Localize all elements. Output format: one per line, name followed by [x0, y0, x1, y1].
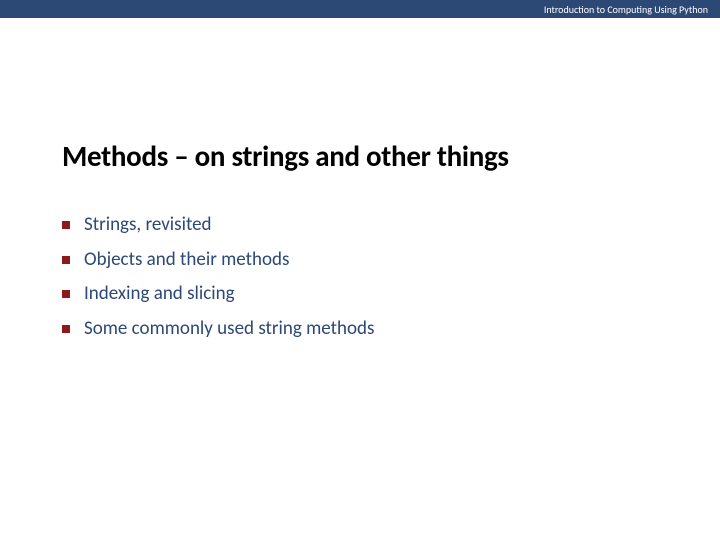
- bullet-icon: [62, 325, 70, 333]
- bullet-text: Objects and their methods: [84, 247, 289, 273]
- bullet-text: Indexing and slicing: [84, 281, 235, 307]
- bullet-icon: [62, 290, 70, 298]
- list-item: Objects and their methods: [62, 247, 658, 273]
- course-title: Introduction to Computing Using Python: [544, 3, 708, 16]
- bullet-list: Strings, revisited Objects and their met…: [62, 212, 658, 342]
- bullet-text: Some commonly used string methods: [84, 316, 374, 342]
- header-bar: Introduction to Computing Using Python: [0, 0, 720, 18]
- list-item: Indexing and slicing: [62, 281, 658, 307]
- slide-content: Methods – on strings and other things St…: [0, 18, 720, 342]
- bullet-text: Strings, revisited: [84, 212, 212, 238]
- slide-title: Methods – on strings and other things: [62, 138, 658, 174]
- list-item: Some commonly used string methods: [62, 316, 658, 342]
- list-item: Strings, revisited: [62, 212, 658, 238]
- bullet-icon: [62, 256, 70, 264]
- bullet-icon: [62, 221, 70, 229]
